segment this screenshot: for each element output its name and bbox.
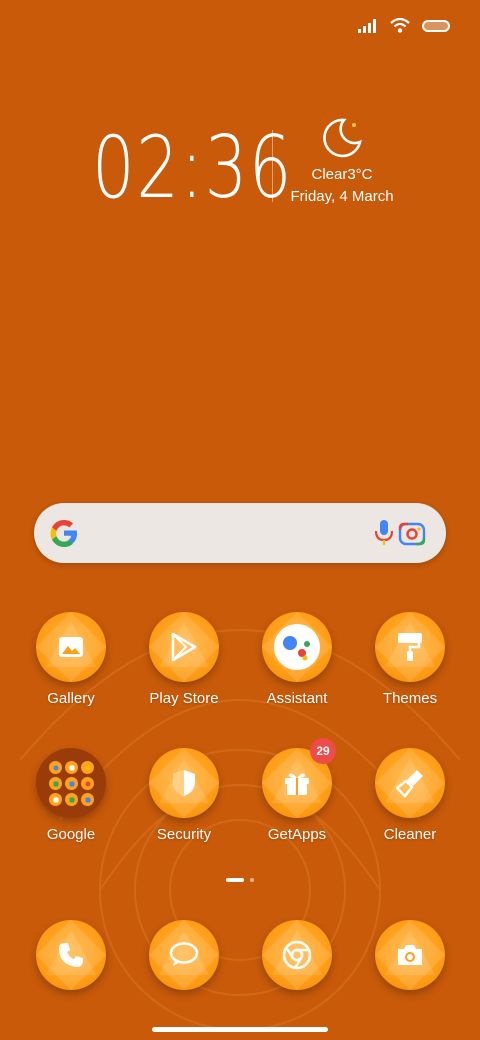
- home-gesture-bar[interactable]: [152, 1027, 328, 1032]
- app-gallery[interactable]: Gallery: [21, 612, 121, 707]
- app-label: Cleaner: [383, 826, 437, 843]
- dock-chrome[interactable]: [247, 920, 347, 990]
- status-bar: [358, 18, 450, 33]
- phone-icon: [36, 920, 106, 990]
- cleaner-icon: [375, 748, 445, 818]
- google-search-bar[interactable]: [34, 503, 446, 563]
- clock-divider: [272, 130, 273, 202]
- notification-badge: 29: [310, 738, 336, 764]
- play-store-icon: [149, 612, 219, 682]
- app-label: Security: [156, 826, 212, 843]
- weather-date: Friday, 4 March: [290, 188, 394, 205]
- app-getapps[interactable]: 29 GetApps: [247, 738, 347, 843]
- signal-icon: [358, 18, 376, 33]
- page-dot-active: [226, 878, 244, 882]
- app-label: Google: [46, 826, 96, 843]
- weather-condition: Clear3°C: [311, 166, 373, 183]
- app-label: Themes: [382, 690, 438, 707]
- camera-icon: [375, 920, 445, 990]
- app-play-store[interactable]: Play Store: [134, 612, 234, 707]
- moon-icon: [323, 118, 362, 158]
- weather-widget[interactable]: Clear3°C Friday, 4 March: [286, 116, 398, 208]
- google-logo-icon: [50, 520, 77, 547]
- folder-google[interactable]: Google: [21, 748, 121, 843]
- app-label: Assistant: [266, 690, 328, 707]
- messages-icon: [149, 920, 219, 990]
- security-icon: [149, 748, 219, 818]
- app-assistant[interactable]: Assistant: [247, 612, 347, 707]
- app-label: Play Store: [149, 690, 219, 707]
- lens-icon[interactable]: [398, 520, 426, 546]
- page-indicator[interactable]: [0, 878, 480, 882]
- app-label: Gallery: [47, 690, 95, 707]
- dock-camera[interactable]: [360, 920, 460, 990]
- themes-icon: [375, 612, 445, 682]
- dock-phone[interactable]: [21, 920, 121, 990]
- dock-messages[interactable]: [134, 920, 234, 990]
- wifi-icon: [390, 18, 410, 33]
- app-label: GetApps: [267, 826, 327, 843]
- page-dot: [250, 878, 254, 882]
- mic-icon[interactable]: [374, 519, 394, 547]
- clock-time[interactable]: 02:36: [92, 118, 293, 218]
- app-themes[interactable]: Themes: [360, 612, 460, 707]
- assistant-icon: [262, 612, 332, 682]
- app-security[interactable]: Security: [134, 748, 234, 843]
- chrome-icon: [262, 920, 332, 990]
- battery-icon: [422, 19, 450, 32]
- gallery-icon: [36, 612, 106, 682]
- google-folder-icon: [36, 748, 106, 818]
- app-cleaner[interactable]: Cleaner: [360, 748, 460, 843]
